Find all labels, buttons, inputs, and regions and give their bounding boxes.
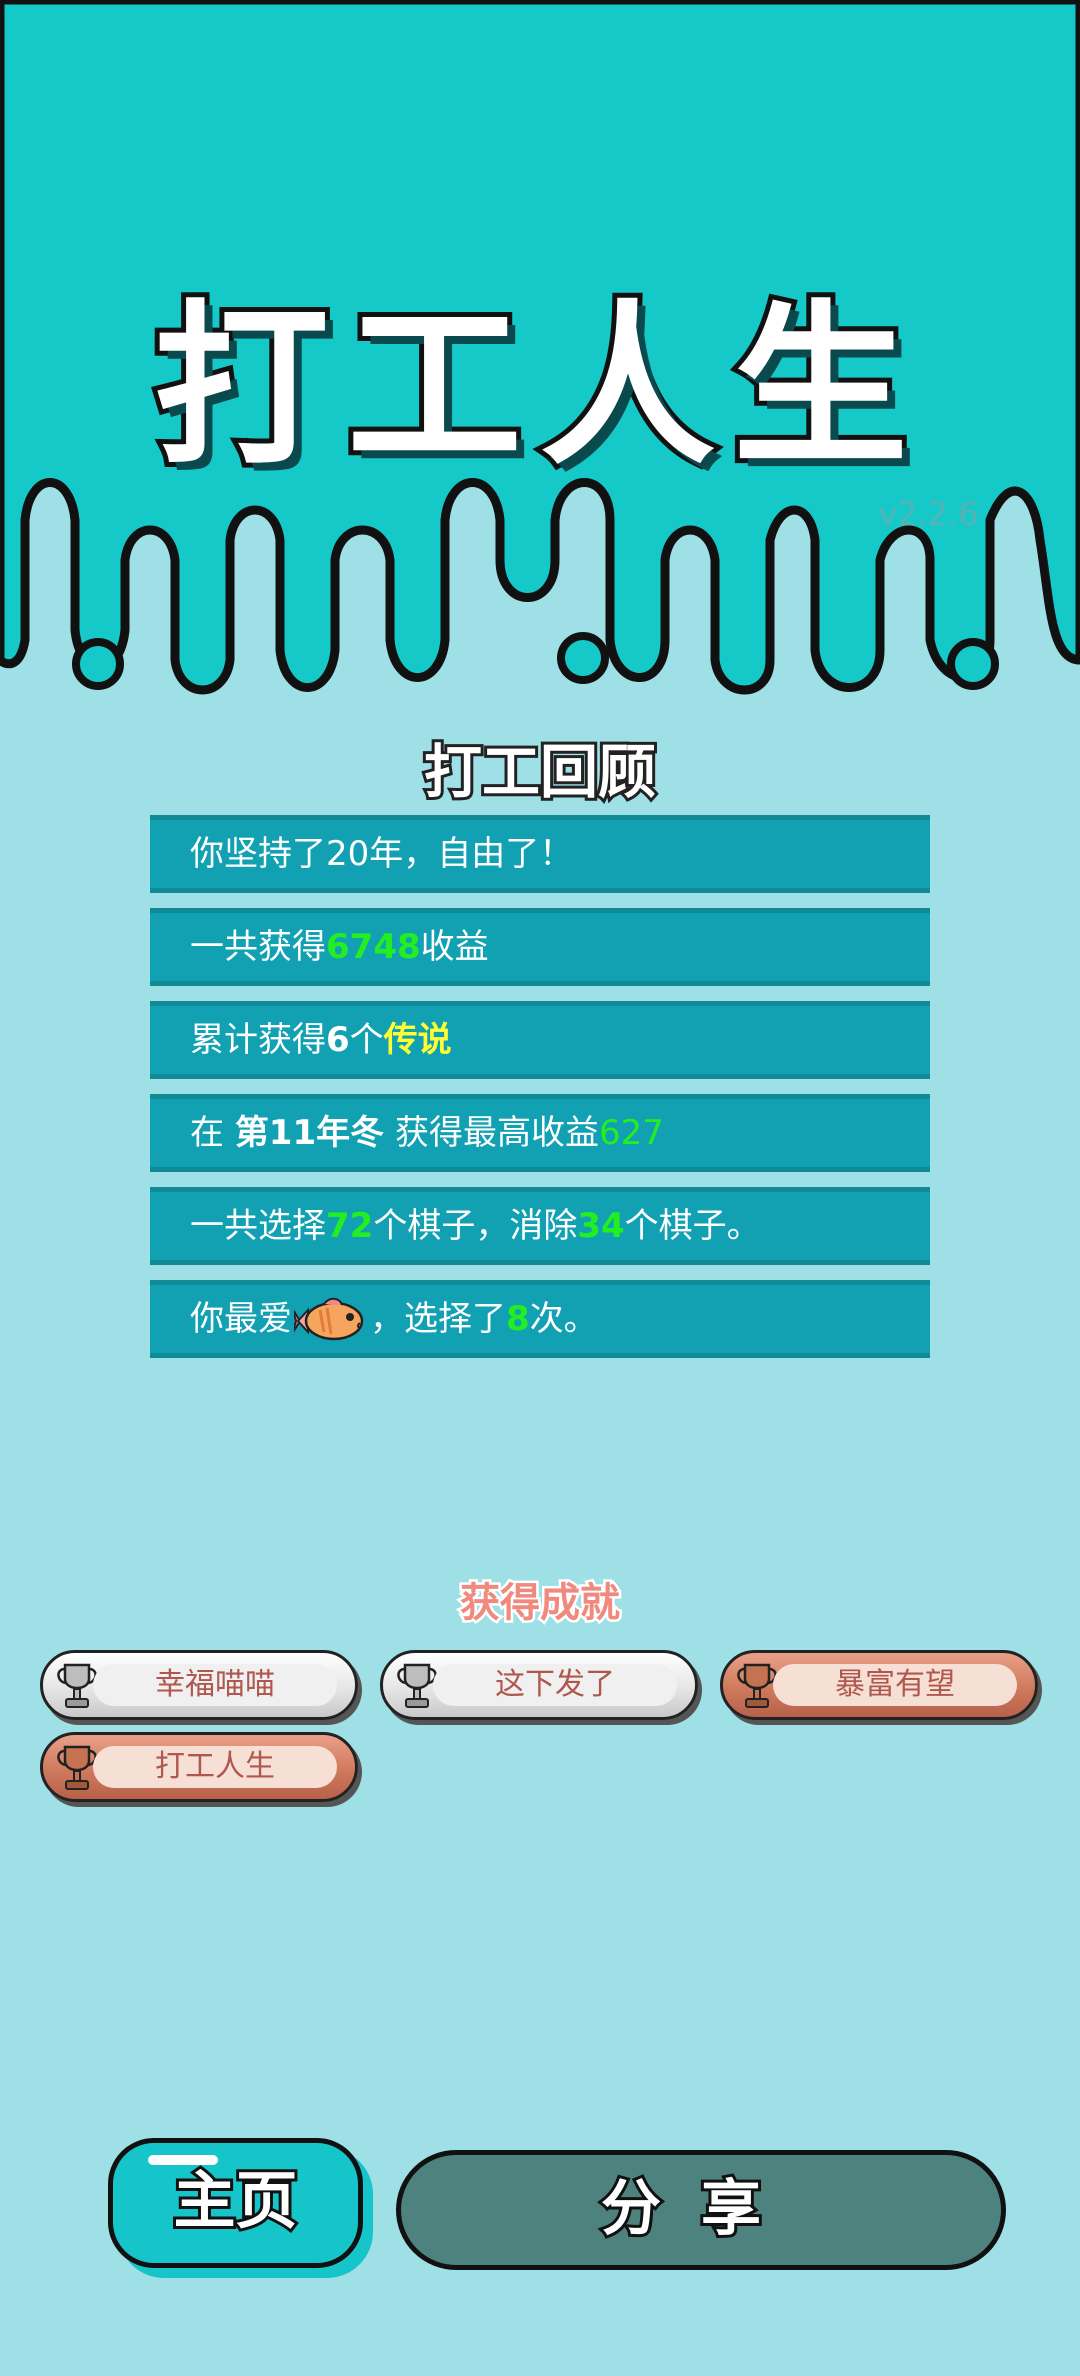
- years-text: 你坚持了20年，自由了！: [190, 834, 574, 874]
- legendary-prefix: 累计获得: [190, 1020, 326, 1060]
- review-row-earnings: 一共获得6748收益: [150, 908, 930, 986]
- earnings-suffix: 收益: [420, 927, 489, 967]
- pieces-chosen: 72: [326, 1206, 374, 1246]
- review-heading: 打工回顾: [421, 735, 659, 809]
- favorite-mid: ，选择了: [370, 1299, 506, 1339]
- legendary-mid: 个: [349, 1020, 384, 1060]
- review-row-legendary: 累计获得6个传说: [150, 1001, 930, 1079]
- achievement-label: 这下发了: [433, 1664, 677, 1706]
- favorite-suffix: 次。: [529, 1299, 598, 1339]
- best-season-mid: 获得最高收益: [384, 1113, 599, 1153]
- achievement-label: 打工人生: [93, 1746, 337, 1788]
- earnings-prefix: 一共获得: [190, 927, 326, 967]
- share-button-label: 分享: [598, 2171, 801, 2247]
- legendary-grade: 传说: [383, 1020, 452, 1060]
- button-shine: [148, 2155, 218, 2165]
- achievement-badge[interactable]: 这下发了: [380, 1650, 698, 1720]
- version-label: v2.2.6: [878, 495, 979, 533]
- achievement-badge[interactable]: 打工人生: [40, 1732, 358, 1802]
- best-season: 第11年冬: [234, 1113, 385, 1153]
- pieces-removed: 34: [577, 1206, 625, 1246]
- home-button[interactable]: 主页: [108, 2138, 363, 2268]
- pieces-p3: 个棋子。: [624, 1206, 761, 1246]
- best-season-value: 627: [598, 1113, 664, 1153]
- review-row-best-season: 在 第11年冬 获得最高收益627: [150, 1094, 930, 1172]
- legendary-count: 6: [326, 1020, 350, 1060]
- pieces-p2: 个棋子，消除: [373, 1206, 578, 1246]
- achievements-heading: 获得成就: [458, 1578, 623, 1629]
- achievement-badge[interactable]: 暴富有望: [720, 1650, 1038, 1720]
- achievement-label: 暴富有望: [773, 1664, 1017, 1706]
- review-row-favorite: 你最爱 ，选择了8次。: [150, 1280, 930, 1358]
- review-row-years: 你坚持了20年，自由了！: [150, 815, 930, 893]
- fish-icon: [294, 1297, 364, 1340]
- pieces-p1: 一共选择: [190, 1206, 326, 1246]
- favorite-times: 8: [506, 1299, 530, 1339]
- game-title: 打工人生: [149, 281, 926, 494]
- review-row-pieces: 一共选择72个棋子，消除34个棋子。: [150, 1187, 930, 1265]
- achievement-label: 幸福喵喵: [93, 1664, 337, 1706]
- share-button[interactable]: 分享: [396, 2150, 1006, 2270]
- earnings-value: 6748: [326, 927, 421, 967]
- achievement-badge[interactable]: 幸福喵喵: [40, 1650, 358, 1720]
- home-button-label: 主页: [170, 2161, 300, 2240]
- favorite-prefix: 你最爱: [190, 1299, 292, 1339]
- best-season-prefix: 在: [190, 1113, 235, 1153]
